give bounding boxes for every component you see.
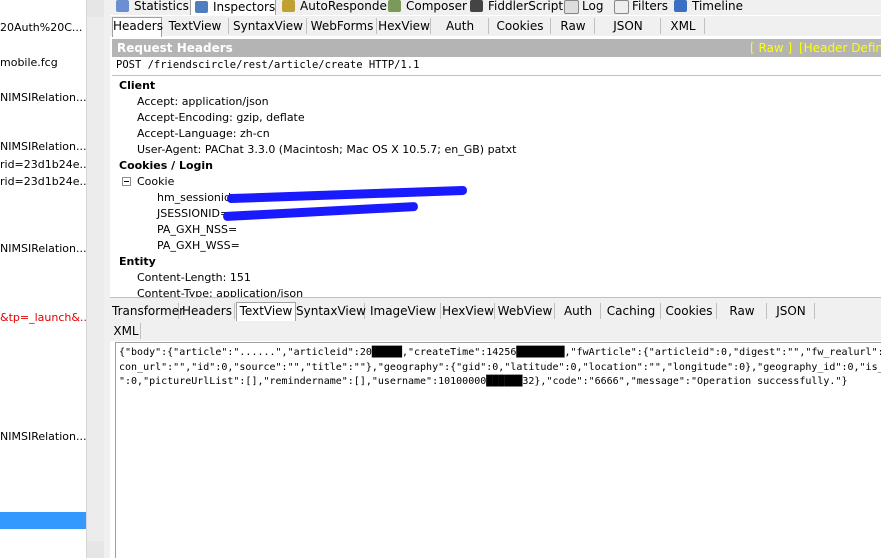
request-headers-title: Request Headers (117, 41, 233, 55)
request-tab-raw[interactable]: Raw (552, 18, 595, 34)
scroll-down-arrow[interactable] (87, 541, 104, 558)
session-row[interactable]: NIMSIRelation.... (0, 139, 86, 155)
cookie-collapse-toggle[interactable] (122, 177, 131, 186)
cookie-jsessionid: JSESSIONID= (157, 207, 230, 220)
tab-inspectors[interactable]: Inspectors (190, 0, 277, 16)
request-headers-bar: Request Headers [ Raw ] [Header Definit (112, 39, 881, 57)
client-section-heading: Client (119, 79, 156, 92)
request-tab-headers[interactable]: Headers (112, 17, 163, 37)
redaction-mark (222, 201, 419, 222)
request-tab-cookies[interactable]: Cookies (490, 18, 551, 34)
response-tab-transformer[interactable]: Transformer (112, 303, 184, 319)
header-content-type: Content-Type: application/json (137, 287, 304, 297)
request-line: POST /friendscircle/rest/article/create … (116, 59, 420, 71)
session-row[interactable]: &tp=_launch&... (0, 310, 86, 326)
header-definitions-link[interactable]: [Header Definit (799, 39, 881, 57)
session-row[interactable]: NIMSIRelation.... (0, 90, 86, 106)
entity-section-heading: Entity (119, 255, 156, 268)
header-accept: Accept: application/json (137, 95, 269, 108)
request-tab-syntaxview[interactable]: SyntaxView (230, 18, 307, 34)
tab-log[interactable]: Log (560, 0, 603, 14)
session-row[interactable]: NIMSIRelation.... (0, 429, 86, 445)
response-line: con_url":"","id":0,"source":"","title":"… (119, 361, 881, 373)
request-inspector: Headers TextView SyntaxView WebForms HexView… (110, 15, 881, 297)
tab-timeline[interactable]: Timeline (670, 0, 743, 14)
request-tab-strip: Headers TextView SyntaxView WebForms HexView… (110, 16, 881, 37)
tab-autoresponder[interactable]: AutoResponder (278, 0, 392, 14)
response-tab-hexview[interactable]: HexView (442, 303, 495, 319)
response-tab-headers[interactable]: Headers (180, 303, 235, 319)
session-row[interactable]: rid=23d1b24e... (0, 157, 86, 173)
response-tab-textview[interactable]: TextView (236, 302, 296, 322)
request-line-divider (112, 75, 881, 76)
response-tab-xml[interactable]: XML (112, 323, 141, 339)
timeline-icon (674, 0, 687, 12)
cookie-label: Cookie (137, 175, 175, 188)
header-content-length: Content-Length: 151 (137, 271, 251, 284)
autoresponder-icon (282, 0, 295, 12)
session-row[interactable]: 20Auth%20C... (0, 20, 86, 36)
response-tab-webview[interactable]: WebView (496, 303, 555, 319)
response-tab-strip: Transformer Headers TextView SyntaxView Imag… (110, 301, 881, 322)
request-tab-xml[interactable]: XML (662, 18, 705, 34)
composer-icon (388, 0, 401, 12)
tab-statistics[interactable]: Statistics (112, 0, 189, 14)
response-tab-auth[interactable]: Auth (556, 303, 601, 319)
selected-session-row[interactable] (0, 512, 86, 529)
cookies-section-heading: Cookies / Login (119, 159, 213, 172)
response-tab-json[interactable]: JSON (768, 303, 815, 319)
scroll-up-arrow[interactable] (87, 0, 104, 17)
fiddlerscript-icon (470, 0, 483, 12)
header-accept-encoding: Accept-Encoding: gzip, deflate (137, 111, 305, 124)
response-tab-cookies[interactable]: Cookies (662, 303, 717, 319)
filters-icon (614, 0, 629, 14)
tab-filters[interactable]: Filters (610, 0, 668, 14)
log-icon (564, 0, 579, 14)
response-tab-raw[interactable]: Raw (718, 303, 767, 319)
cookie-pa-gxh-nss: PA_GXH_NSS= (157, 223, 238, 236)
session-list-scrollbar[interactable] (86, 0, 105, 558)
response-line: ":0,"pictureUrlList":[],"remindername":[… (119, 376, 848, 387)
response-tab-syntaxview[interactable]: SyntaxView (296, 303, 366, 319)
response-line: {"body":{"article":"......","articleid":… (119, 347, 881, 358)
session-row[interactable]: rid=23d1b24e... (0, 174, 86, 190)
request-tab-hexview[interactable]: HexView (378, 18, 431, 34)
statistics-icon (116, 0, 129, 12)
tab-composer[interactable]: Composer (384, 0, 467, 14)
tab-fiddlerscript[interactable]: FiddlerScript (466, 0, 563, 14)
request-tab-textview[interactable]: TextView (162, 18, 229, 34)
session-row[interactable]: NIMSIRelation.... (0, 241, 86, 257)
header-accept-language: Accept-Language: zh-cn (137, 127, 270, 140)
response-tab-strip-row2: XML (110, 321, 881, 341)
inspector-tab-strip: Statistics Inspectors AutoResponder Comp… (110, 0, 881, 16)
session-list[interactable]: 20Auth%20C... mobile.fcg NIMSIRelation....… (0, 0, 86, 558)
header-user-agent: User-Agent: PAChat 3.3.0 (Macintosh; Mac… (137, 143, 517, 156)
response-tab-caching[interactable]: Caching (602, 303, 661, 319)
request-tab-auth[interactable]: Auth (432, 18, 489, 34)
response-inspector: Transformer Headers TextView SyntaxView Imag… (110, 301, 881, 558)
session-row[interactable]: mobile.fcg (0, 55, 86, 71)
response-textview[interactable]: {"body":{"article":"......","articleid":… (115, 342, 881, 558)
cookie-pa-gxh-wss: PA_GXH_WSS= (157, 239, 240, 252)
request-tab-webforms[interactable]: WebForms (308, 18, 377, 34)
raw-link[interactable]: [ Raw ] (750, 39, 792, 57)
inspectors-icon (195, 1, 208, 13)
response-tab-imageview[interactable]: ImageView (366, 303, 441, 319)
request-tab-json[interactable]: JSON (596, 18, 661, 34)
redaction-mark (226, 185, 468, 204)
